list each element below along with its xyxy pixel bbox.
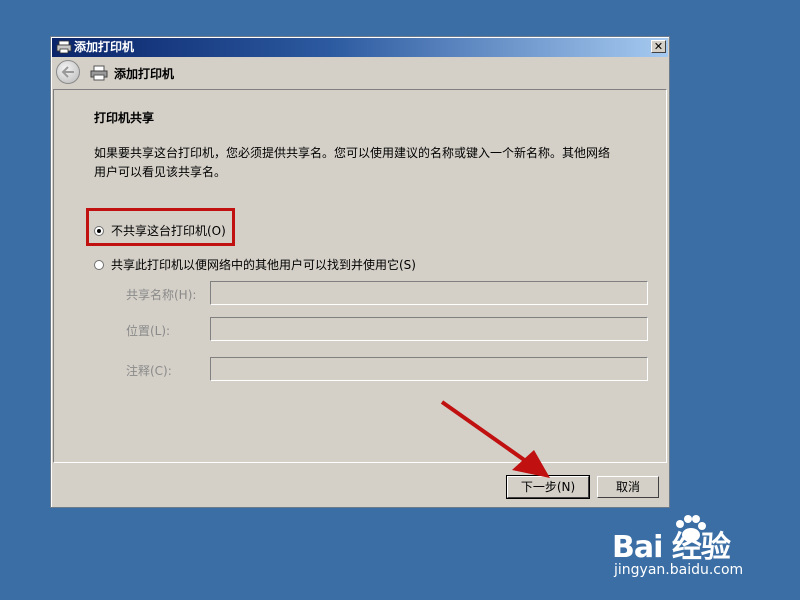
- annotation-arrow-icon: [440, 400, 550, 478]
- printer-icon: [56, 40, 72, 54]
- back-button[interactable]: [56, 60, 80, 84]
- printer-icon: [90, 65, 108, 81]
- add-printer-dialog: 添加打印机 ✕ 添加打印机 打印机共享 如果要共享这台打印机，您必须提供共享名。…: [50, 36, 670, 508]
- comment-input[interactable]: [210, 357, 648, 381]
- comment-label: 注释(C):: [126, 364, 172, 378]
- location-label: 位置(L):: [126, 324, 171, 338]
- radio-button-unchecked[interactable]: [94, 259, 104, 270]
- radio-button-checked[interactable]: [94, 225, 104, 236]
- location-input[interactable]: [210, 317, 648, 341]
- watermark-url: jingyan.baidu.com: [614, 562, 744, 578]
- close-button[interactable]: ✕: [651, 40, 666, 53]
- radio-share-label: 共享此打印机以便网络中的其他用户可以找到并使用它(S): [111, 258, 416, 272]
- navigation-bar: 添加打印机: [52, 57, 668, 89]
- radio-no-share[interactable]: 不共享这台打印机(O): [94, 222, 226, 239]
- radio-no-share-label: 不共享这台打印机(O): [111, 224, 226, 238]
- share-name-label: 共享名称(H):: [126, 288, 197, 302]
- cancel-button[interactable]: 取消: [597, 476, 659, 498]
- nav-title: 添加打印机: [114, 67, 175, 81]
- close-icon: ✕: [653, 40, 664, 53]
- back-arrow-icon: [61, 66, 74, 78]
- page-heading: 打印机共享: [94, 111, 155, 125]
- content-panel: 打印机共享 如果要共享这台打印机，您必须提供共享名。您可以使用建议的名称或键入一…: [53, 89, 667, 463]
- watermark-logo: Bai 经验: [612, 530, 731, 565]
- window-title: 添加打印机: [74, 40, 135, 54]
- share-name-input[interactable]: [210, 281, 648, 305]
- radio-share[interactable]: 共享此打印机以便网络中的其他用户可以找到并使用它(S): [94, 256, 416, 273]
- baidu-watermark: Bai 经验 jingyan.baidu.com: [612, 514, 762, 584]
- title-bar[interactable]: 添加打印机 ✕: [52, 38, 668, 57]
- description-text: 如果要共享这台打印机，您必须提供共享名。您可以使用建议的名称或键入一个新名称。其…: [94, 146, 611, 179]
